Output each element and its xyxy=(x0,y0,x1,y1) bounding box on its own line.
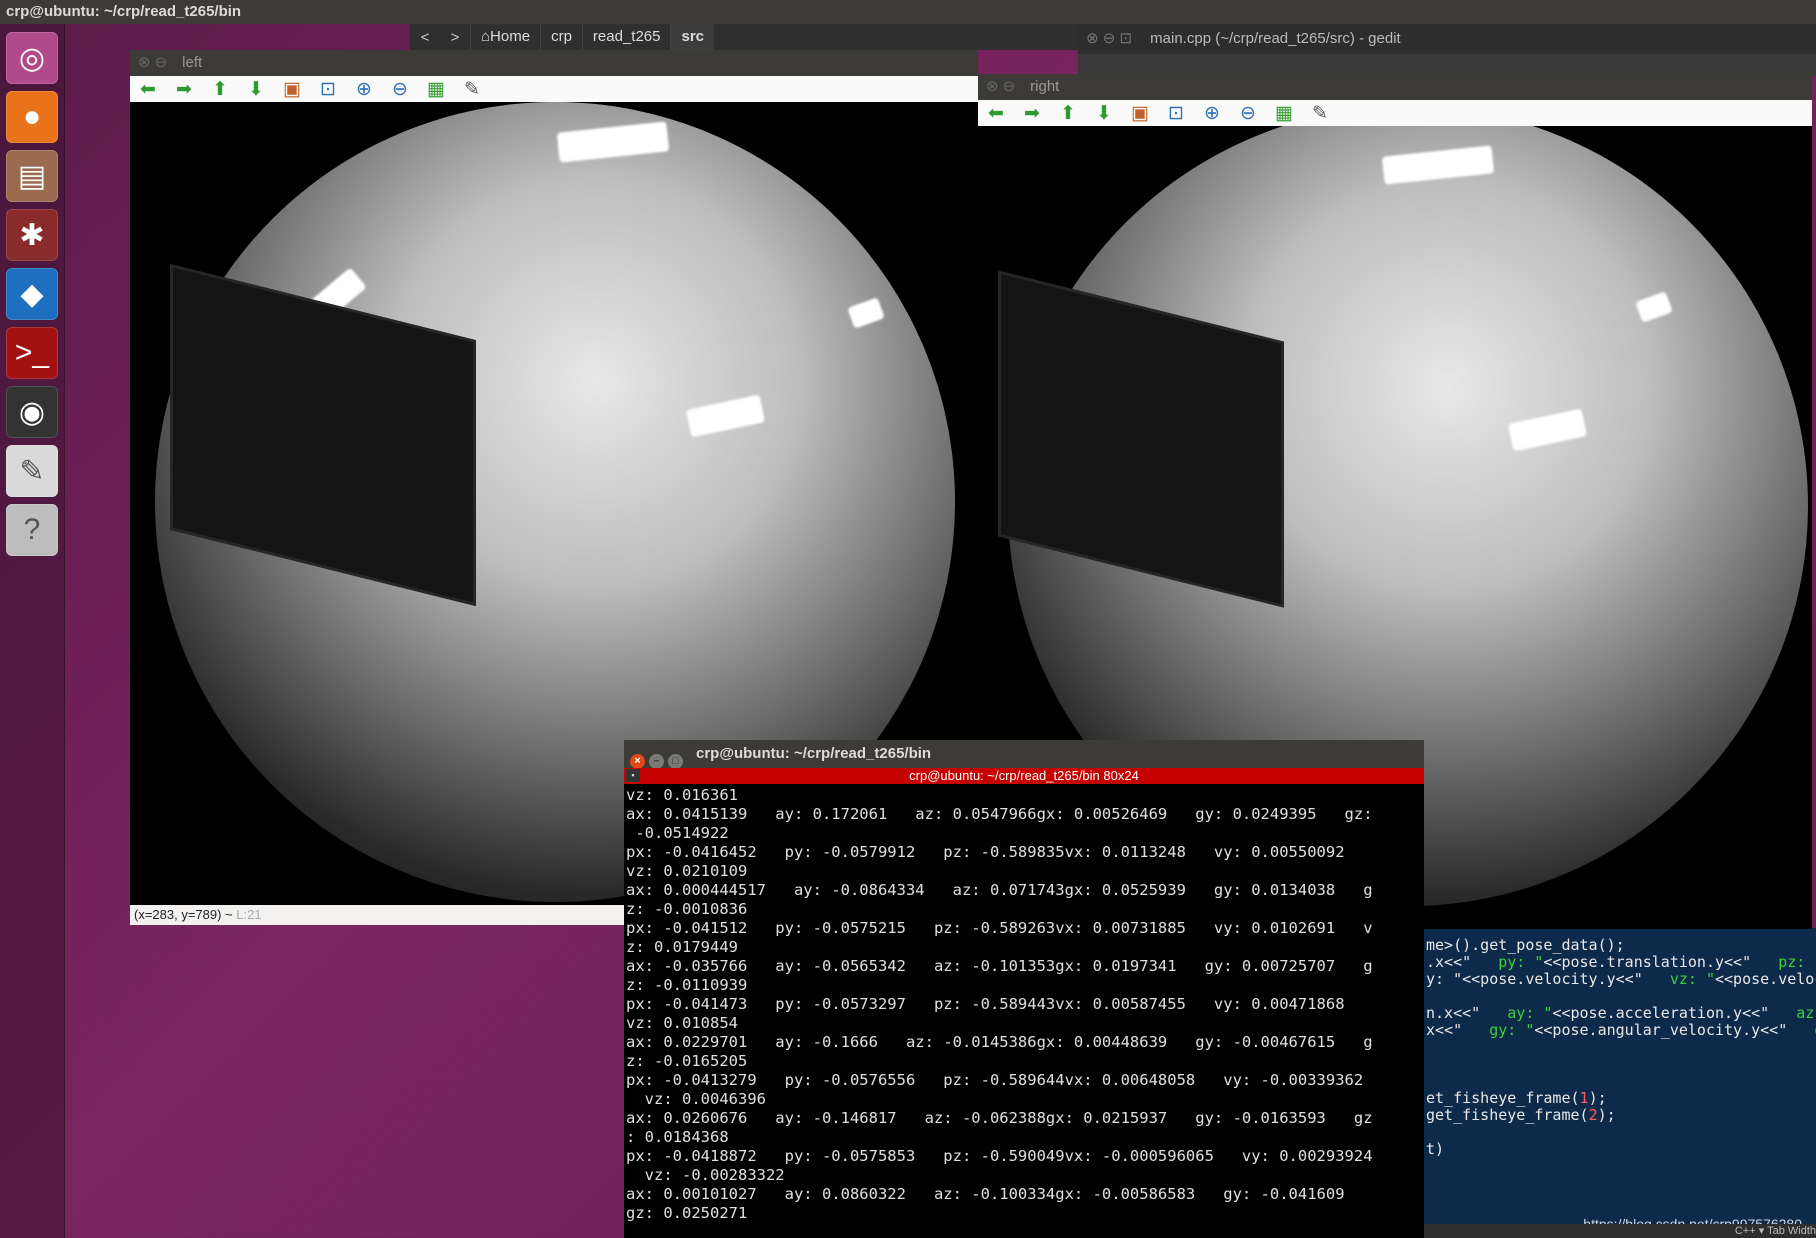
launcher: ◎ ● ▤ ✱ ◆ >_ ◉ ✎? xyxy=(0,24,65,1238)
path-bar: < > ⌂Home crp read_t265 src xyxy=(410,24,1090,50)
terminal-icon[interactable]: >_ xyxy=(6,327,58,379)
terminal-line: vz: 0.010854 xyxy=(626,1014,738,1032)
code-line: et_fisheye_frame(1); xyxy=(1426,1089,1607,1107)
pan-up-icon[interactable]: ⬆ xyxy=(210,78,230,101)
zoom-fit-icon[interactable]: ⊡ xyxy=(318,78,338,101)
terminal-subtitle: crp@ubuntu: ~/crp/read_t265/bin 80x24 xyxy=(909,768,1139,783)
terminal-line: gz: 0.0250271 xyxy=(626,1204,748,1222)
pixel-value: L:21 xyxy=(236,907,262,922)
terminal-line: z: -0.0010836 xyxy=(626,900,748,918)
terminal-line: ax: 0.000444517 ay: -0.0864334 az: 0.071… xyxy=(626,881,1373,899)
properties-icon[interactable]: ✎ xyxy=(462,78,482,101)
terminal-line: vz: 0.016361 xyxy=(626,786,738,804)
gedit-window-controls[interactable]: ⊗ ⊖ ⊡ xyxy=(1086,24,1146,54)
left-window-titlebar: ⊗ ⊖ left xyxy=(130,50,978,76)
pan-down-icon[interactable]: ⬇ xyxy=(1094,102,1114,125)
terminal-line: px: -0.0418872 py: -0.0575853 pz: -0.590… xyxy=(626,1147,1373,1165)
code-line: x<<" gy: "<<pose.angular_velocity.y<<" g xyxy=(1426,1021,1816,1039)
settings-icon[interactable]: ✱ xyxy=(6,209,58,261)
minimize-icon[interactable]: – xyxy=(649,754,664,769)
terminal-line: z: 0.0179449 xyxy=(626,938,738,956)
ubuntu-dash-icon[interactable]: ◎ xyxy=(6,32,58,84)
terminal-line: ax: -0.035766 ay: -0.0565342 az: -0.1013… xyxy=(626,957,1373,975)
pan-right-icon[interactable]: ➡ xyxy=(174,78,194,101)
terminal-menu-icon[interactable]: ▪ xyxy=(626,769,640,782)
zoom-original-icon[interactable]: ▣ xyxy=(1130,102,1150,125)
save-icon[interactable]: ▦ xyxy=(426,78,446,101)
code-line: get_fisheye_frame(2); xyxy=(1426,1106,1616,1124)
terminal-line: z: -0.0165205 xyxy=(626,1052,748,1070)
left-window-title: left xyxy=(182,54,203,71)
terminal-line: ax: 0.0260676 ay: -0.146817 az: -0.06238… xyxy=(626,1109,1373,1127)
code-line: t) xyxy=(1426,1140,1445,1158)
window-title: crp@ubuntu: ~/crp/read_t265/bin xyxy=(6,3,242,20)
breadcrumb-read-t265[interactable]: read_t265 xyxy=(581,24,671,50)
close-icon[interactable]: × xyxy=(630,754,645,769)
code-line: y: "<<pose.velocity.y<<" vz: "<<pose.vel… xyxy=(1426,970,1816,988)
save-icon[interactable]: ▦ xyxy=(1274,102,1294,125)
right-toolbar: ⬅ ➡ ⬆ ⬇ ▣ ⊡ ⊕ ⊖ ▦ ✎ xyxy=(978,100,1812,126)
window-controls[interactable]: ⊗ ⊖ xyxy=(138,50,178,76)
gedit-titlebar: ⊗ ⊖ ⊡ main.cpp (~/crp/read_t265/src) - g… xyxy=(1078,24,1816,54)
gedit-editor[interactable]: https://blog.csdn.net/crp997576280 me>()… xyxy=(1420,928,1816,1238)
terminal-line: ax: 0.0229701 ay: -0.1666 az: -0.0145386… xyxy=(626,1033,1373,1051)
terminal-line: vz: -0.00283322 xyxy=(626,1166,785,1184)
terminal-line: px: -0.0413279 py: -0.0576556 pz: -0.589… xyxy=(626,1071,1364,1089)
terminal-line: -0.0514922 xyxy=(626,824,729,842)
breadcrumb-src[interactable]: src xyxy=(670,24,715,50)
left-toolbar: ⬅ ➡ ⬆ ⬇ ▣ ⊡ ⊕ ⊖ ▦ ✎ xyxy=(130,76,978,102)
breadcrumb-home[interactable]: ⌂Home xyxy=(470,24,540,50)
code-line: me>().get_pose_data(); xyxy=(1426,936,1625,954)
terminal-window[interactable]: × – □ crp@ubuntu: ~/crp/read_t265/bin ▪ cr… xyxy=(624,740,1424,1238)
zoom-fit-icon[interactable]: ⊡ xyxy=(1166,102,1186,125)
camera-icon[interactable]: ◉ xyxy=(6,386,58,438)
gedit-toolbar xyxy=(1078,54,1816,76)
pan-left-icon[interactable]: ⬅ xyxy=(986,102,1006,125)
terminal-output[interactable]: vz: 0.016361 ax: 0.0415139 ay: 0.172061 a… xyxy=(624,784,1424,1225)
terminal-line: vz: 0.0046396 xyxy=(626,1090,766,1108)
zoom-out-icon[interactable]: ⊖ xyxy=(1238,102,1258,125)
pan-down-icon[interactable]: ⬇ xyxy=(246,78,266,101)
terminal-line: : 0.0184368 xyxy=(626,1128,729,1146)
zoom-in-icon[interactable]: ⊕ xyxy=(1202,102,1222,125)
cursor-position: (x=283, y=789) ~ xyxy=(134,907,237,922)
window-controls[interactable]: ⊗ ⊖ xyxy=(986,74,1026,100)
terminal-line: px: -0.041512 py: -0.0575215 pz: -0.5892… xyxy=(626,919,1373,937)
firefox-icon[interactable]: ● xyxy=(6,91,58,143)
top-panel: crp@ubuntu: ~/crp/read_t265/bin xyxy=(0,0,1816,24)
gedit-title: main.cpp (~/crp/read_t265/src) - gedit xyxy=(1150,30,1401,47)
back-icon[interactable]: < xyxy=(410,29,440,46)
terminal-title: crp@ubuntu: ~/crp/read_t265/bin xyxy=(696,745,932,762)
forward-icon[interactable]: > xyxy=(440,29,470,46)
terminal-line: px: -0.0416452 py: -0.0579912 pz: -0.589… xyxy=(626,843,1345,861)
terminal-tab-bar: ▪ crp@ubuntu: ~/crp/read_t265/bin 80x24 xyxy=(624,768,1424,784)
zoom-in-icon[interactable]: ⊕ xyxy=(354,78,374,101)
code-line: n.x<<" ay: "<<pose.acceleration.y<<" az xyxy=(1426,1004,1815,1022)
vscode-icon[interactable]: ◆ xyxy=(6,268,58,320)
gedit-statusbar: C++ ▾ Tab Width xyxy=(1420,1224,1816,1238)
right-window-title: right xyxy=(1030,78,1060,95)
pan-up-icon[interactable]: ⬆ xyxy=(1058,102,1078,125)
terminal-titlebar: × – □ crp@ubuntu: ~/crp/read_t265/bin xyxy=(624,740,1424,769)
maximize-icon[interactable]: □ xyxy=(668,754,683,769)
terminal-line: vz: 0.0210109 xyxy=(626,862,748,880)
terminal-line: ax: 0.0415139 ay: 0.172061 az: 0.0547966… xyxy=(626,805,1373,823)
pan-right-icon[interactable]: ➡ xyxy=(1022,102,1042,125)
right-window-titlebar: ⊗ ⊖ right xyxy=(978,74,1812,100)
properties-icon[interactable]: ✎ xyxy=(1310,102,1330,125)
terminal-line: ax: 0.00101027 ay: 0.0860322 az: -0.1003… xyxy=(626,1185,1345,1203)
help-icon[interactable]: ? xyxy=(6,504,58,556)
terminal-line: px: -0.041473 py: -0.0573297 pz: -0.5894… xyxy=(626,995,1345,1013)
breadcrumb-crp[interactable]: crp xyxy=(540,24,582,50)
files-icon[interactable]: ▤ xyxy=(6,150,58,202)
zoom-out-icon[interactable]: ⊖ xyxy=(390,78,410,101)
pan-left-icon[interactable]: ⬅ xyxy=(138,78,158,101)
zoom-original-icon[interactable]: ▣ xyxy=(282,78,302,101)
terminal-line: z: -0.0110939 xyxy=(626,976,748,994)
code-line: .x<<" py: "<<pose.translation.y<<" pz: " xyxy=(1426,953,1816,971)
text-editor-icon[interactable]: ✎ xyxy=(6,445,58,497)
